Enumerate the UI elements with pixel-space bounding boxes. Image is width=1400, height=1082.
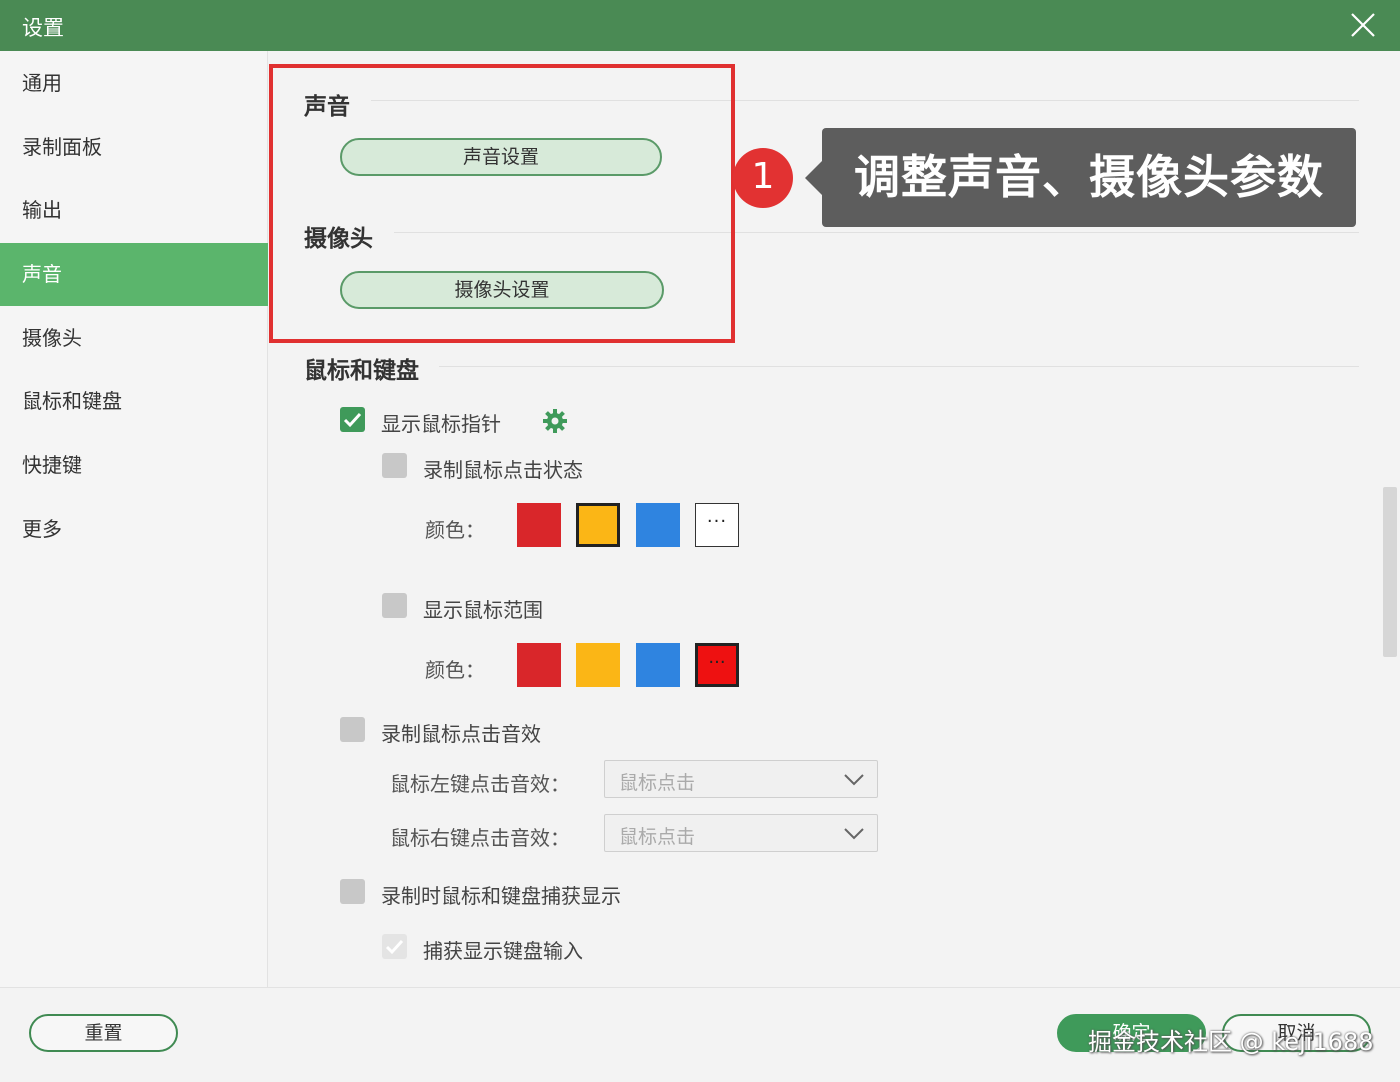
click-color-blue-swatch[interactable] [636,503,680,547]
sidebar-item-shortcuts[interactable]: 快捷键 [0,434,268,497]
range-color-blue-swatch[interactable] [636,643,680,687]
right-click-sound-label: 鼠标右键点击音效： [390,826,570,850]
step-number-badge: 1 [733,148,793,208]
window-title: 设置 [22,16,64,40]
click-color-red-swatch[interactable] [517,503,561,547]
right-click-sound-select[interactable]: 鼠标点击 [604,814,878,852]
click-color-label: 颜色： [425,518,485,542]
click-color-more-button[interactable]: ··· [695,503,739,547]
check-icon [385,939,404,955]
chevron-down-icon [844,828,864,840]
click-sound-label: 录制鼠标点击音效 [381,722,541,746]
click-sound-checkbox[interactable] [340,717,365,742]
highlight-box [269,64,735,343]
capture-display-label: 录制时鼠标和键盘捕获显示 [381,884,621,908]
content-scrollbar[interactable] [1383,487,1397,657]
close-icon [1351,13,1375,37]
gear-icon [543,409,567,433]
capture-keyboard-checkbox[interactable] [382,934,407,959]
annotation-callout: 调整声音、摄像头参数 [822,128,1356,227]
settings-window: 设置 通用 录制面板 输出 声音 摄像头 鼠标和键盘 快捷键 更多 声音 声音设… [0,0,1400,1082]
close-button[interactable] [1344,6,1382,44]
left-click-sound-value: 鼠标点击 [619,772,696,794]
chevron-down-icon [844,774,864,786]
range-color-label: 颜色： [425,658,485,682]
show-pointer-checkbox[interactable] [340,407,365,432]
pointer-settings-button[interactable] [541,407,569,435]
show-range-checkbox[interactable] [382,593,407,618]
sidebar-item-sound[interactable]: 声音 [0,243,268,306]
footer-bar: 重置 确定 取消 掘金技术社区 @ keji1688 [0,987,1400,1082]
capture-keyboard-label: 捕获显示键盘输入 [423,939,583,963]
range-color-red-swatch[interactable] [517,643,561,687]
range-color-yellow-swatch[interactable] [576,643,620,687]
sidebar-item-recording-panel[interactable]: 录制面板 [0,116,268,179]
click-color-yellow-swatch[interactable] [576,503,620,547]
show-range-label: 显示鼠标范围 [423,598,543,622]
callout-pointer [805,160,823,196]
capture-display-checkbox[interactable] [340,879,365,904]
range-color-custom-swatch[interactable]: ··· [695,643,739,687]
record-click-state-label: 录制鼠标点击状态 [423,458,583,482]
show-pointer-label: 显示鼠标指针 [381,412,501,436]
sidebar-item-output[interactable]: 输出 [0,179,268,242]
sidebar-item-general[interactable]: 通用 [0,52,268,115]
sidebar: 通用 录制面板 输出 声音 摄像头 鼠标和键盘 快捷键 更多 [0,51,268,987]
watermark-text: 掘金技术社区 @ keji1688 [1088,1028,1374,1056]
sidebar-item-more[interactable]: 更多 [0,498,268,561]
title-bar: 设置 [0,0,1400,51]
divider [439,366,1359,367]
check-icon [343,412,362,428]
sidebar-item-mouse-keyboard[interactable]: 鼠标和键盘 [0,370,268,433]
left-click-sound-label: 鼠标左键点击音效： [390,772,570,796]
left-click-sound-select[interactable]: 鼠标点击 [604,760,878,798]
sidebar-item-camera[interactable]: 摄像头 [0,307,268,370]
right-click-sound-value: 鼠标点击 [619,826,696,848]
record-click-state-checkbox[interactable] [382,453,407,478]
reset-button[interactable]: 重置 [29,1014,178,1052]
mouse-keyboard-section-title: 鼠标和键盘 [304,358,419,384]
